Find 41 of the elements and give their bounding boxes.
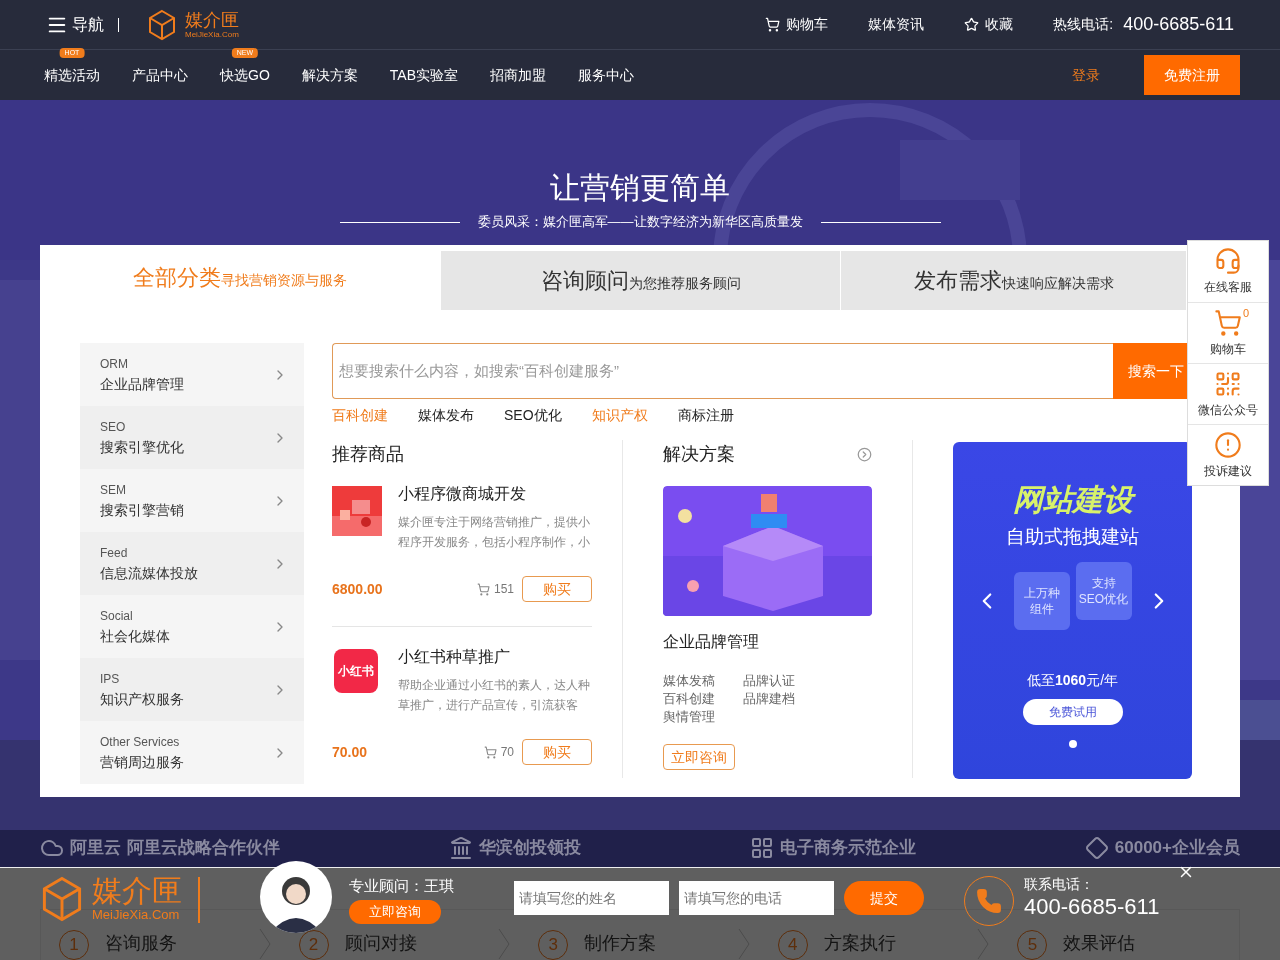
- nav-item[interactable]: 快选GO: [220, 66, 270, 83]
- phone-icon: [964, 876, 1014, 926]
- header-link[interactable]: 媒体资讯: [868, 14, 925, 35]
- nav-item[interactable]: 精选活动: [44, 66, 100, 83]
- partner-label: 电子商务示范企业: [779, 837, 916, 860]
- cart-icon: [765, 17, 781, 32]
- star-icon: [964, 17, 980, 32]
- nav-item[interactable]: TAB实验室: [389, 66, 458, 83]
- menu-label[interactable]: 导航: [72, 12, 104, 37]
- nav-item[interactable]: 服务中心: [578, 66, 634, 83]
- logo-name: 媒介匣: [92, 875, 182, 907]
- step-label: 制作方案: [584, 932, 657, 955]
- name-field[interactable]: 请填写您的姓名: [514, 881, 669, 915]
- logo-name: 媒介匣: [185, 9, 239, 30]
- windows-icon: [749, 836, 774, 860]
- login-link[interactable]: 登录: [1072, 64, 1100, 86]
- advisor-name: 专业顾问：王琪: [349, 876, 455, 896]
- hotline-number: 400-6685-611: [1123, 13, 1234, 36]
- nav-item[interactable]: 解决方案: [301, 66, 358, 83]
- step-label: 咨询服务: [105, 932, 177, 955]
- nav-item[interactable]: 招商加盟: [490, 66, 546, 83]
- header-link[interactable]: 收藏: [964, 14, 1014, 35]
- logo-domain: MeiJieXia.Com: [185, 29, 239, 40]
- diamond-icon: [1084, 836, 1109, 860]
- logo-domain: MeiJieXia.Com: [92, 907, 181, 923]
- building-icon: [448, 836, 473, 860]
- partner-label: 华滨创投领投: [478, 837, 581, 860]
- cube-logo-icon: [147, 8, 177, 41]
- step-label: 顾问对接: [344, 932, 417, 955]
- phone-field[interactable]: 请填写您的电话: [679, 881, 834, 915]
- partner-label: 60000+企业会员: [1114, 837, 1240, 860]
- header-link[interactable]: 购物车: [765, 14, 829, 35]
- partner-label: 阿里云战略合作伙伴: [127, 837, 280, 860]
- step-label: 方案执行: [823, 932, 896, 955]
- nav-item[interactable]: 产品中心: [132, 66, 188, 83]
- cube-logo-icon: [40, 875, 84, 923]
- hotline-label: 热线电话:: [1053, 15, 1114, 34]
- partner-logo-text: 阿里云: [70, 837, 121, 860]
- phone-number: 400-6685-611: [1024, 893, 1160, 921]
- step-label: 效果评估: [1063, 932, 1136, 955]
- phone-label: 联系电话：: [1024, 875, 1095, 893]
